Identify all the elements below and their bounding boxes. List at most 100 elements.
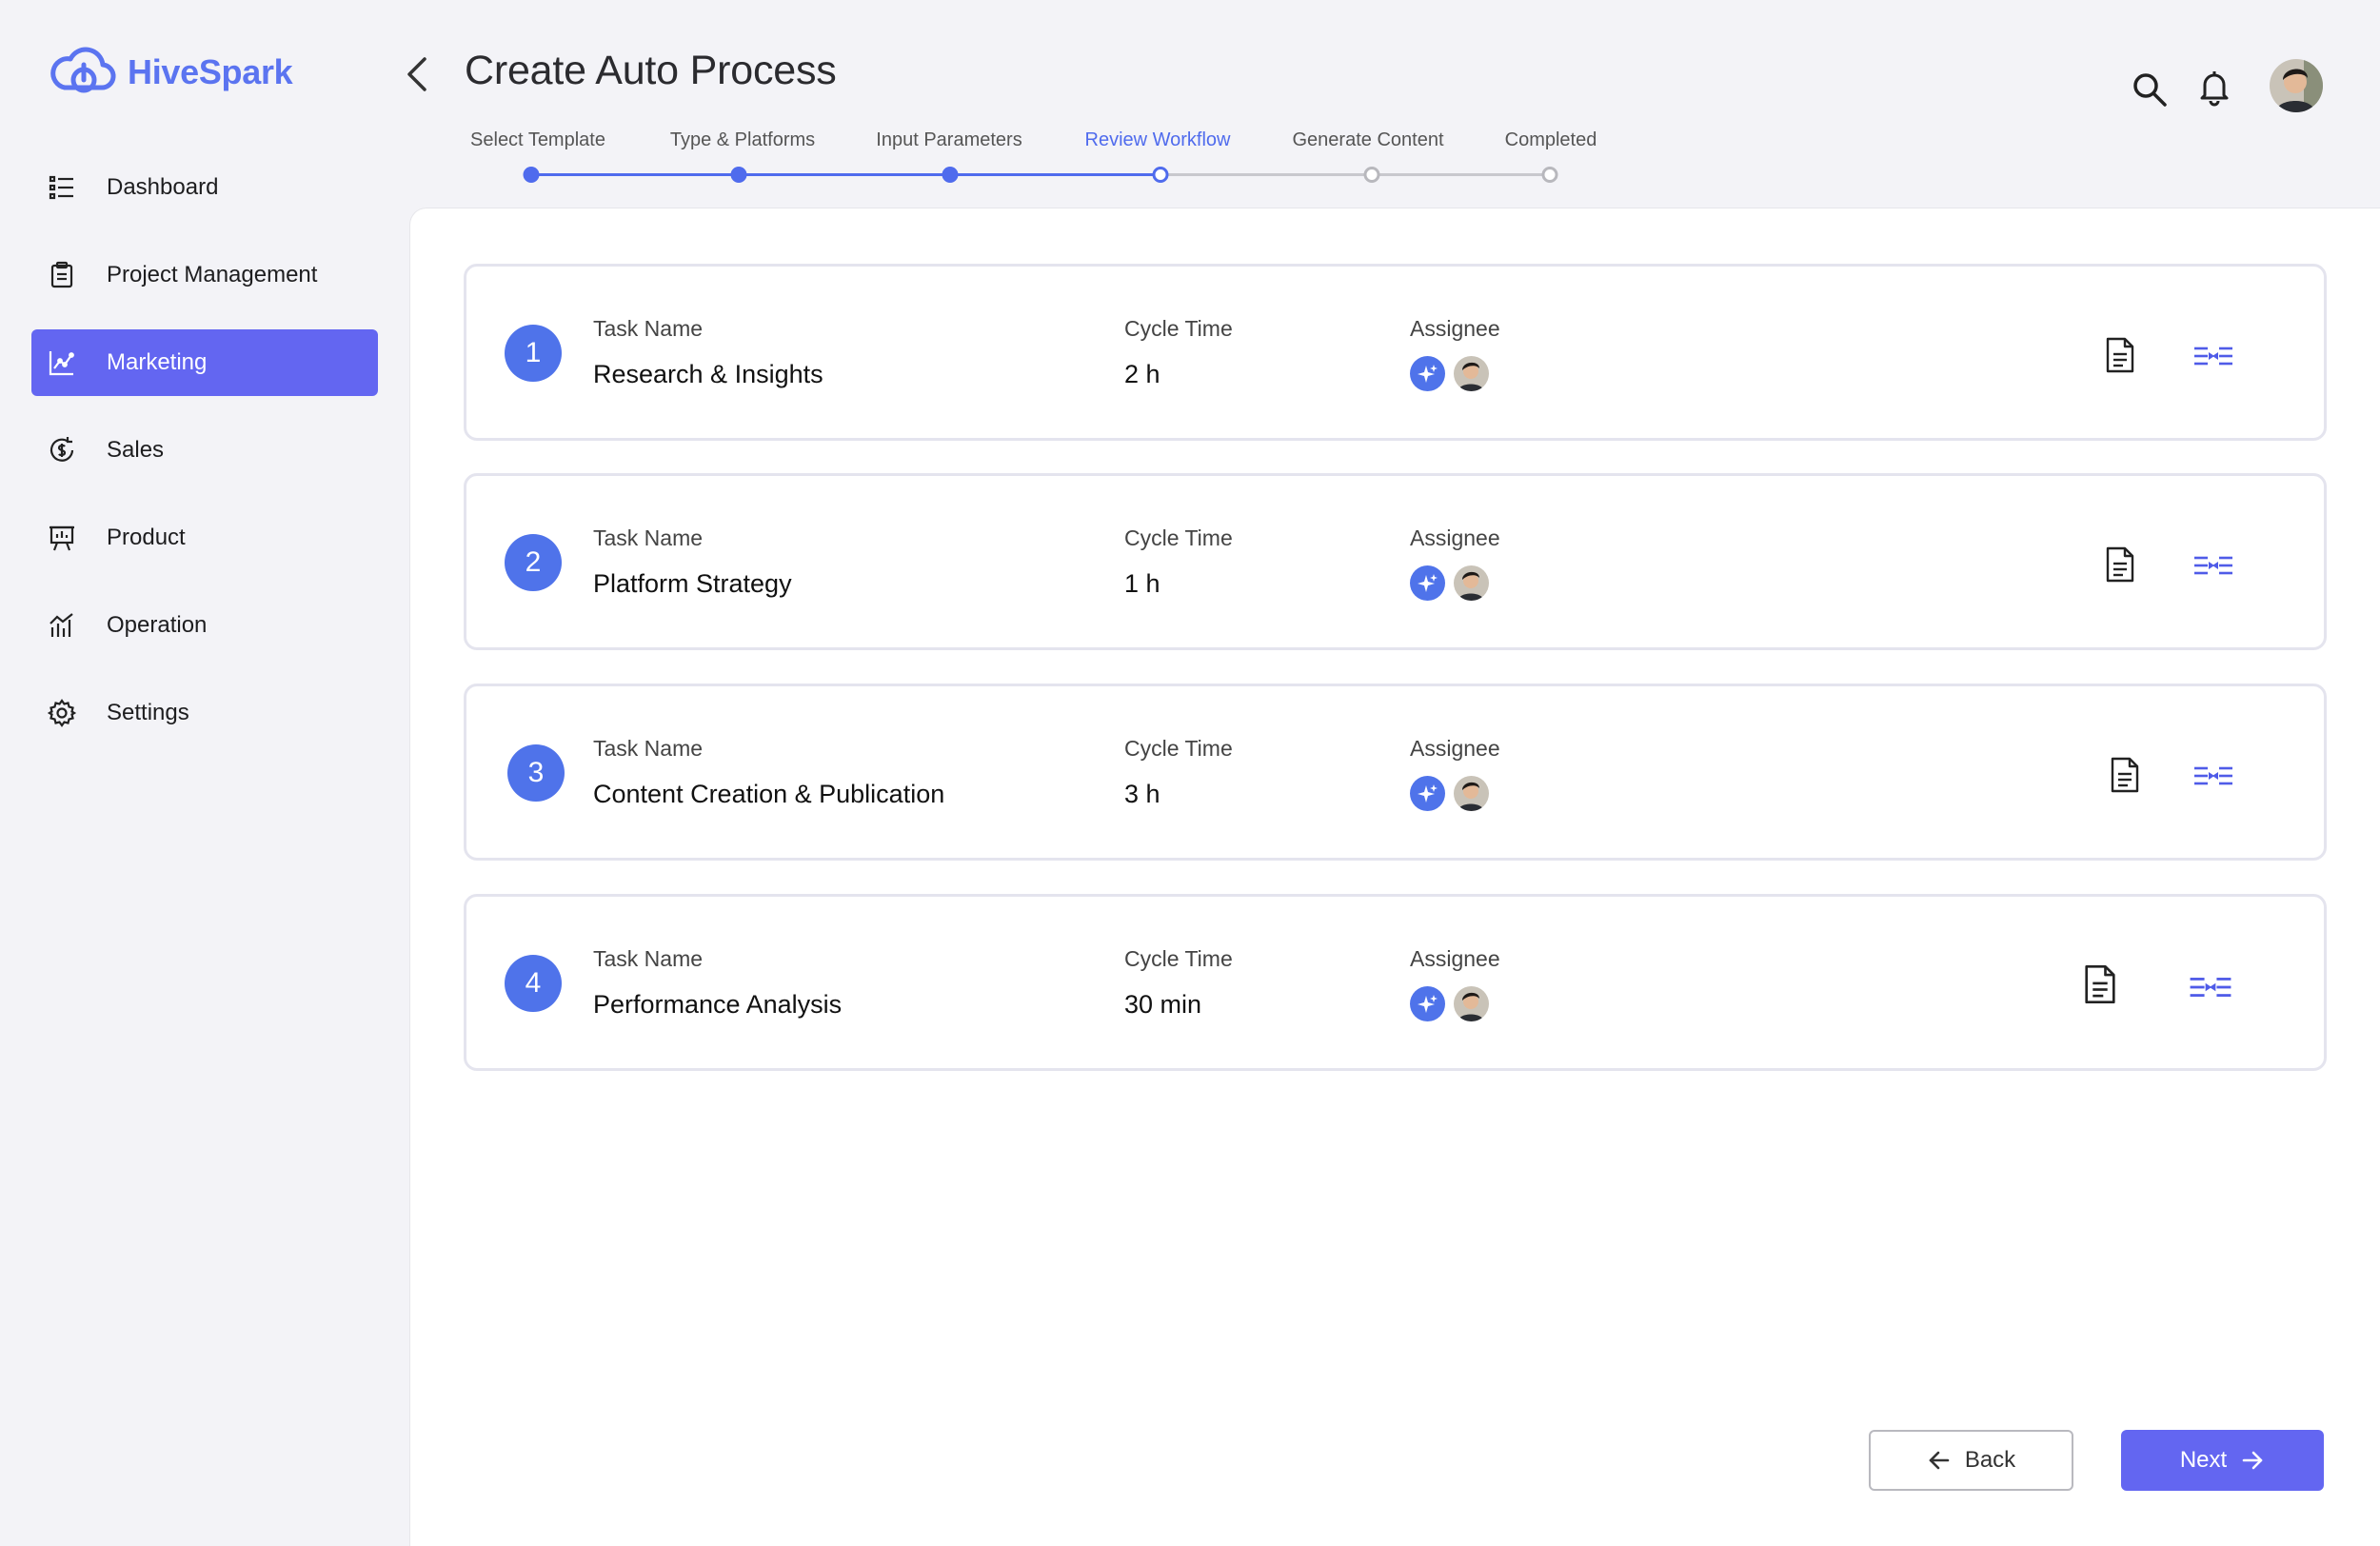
sidebar-item-marketing[interactable]: Marketing — [31, 329, 378, 396]
task-number-badge: 2 — [505, 534, 562, 591]
cycle-time-value: 3 h — [1124, 780, 1160, 808]
task-name-value: Performance Analysis — [593, 990, 843, 1019]
collapse-rows-icon[interactable] — [2192, 552, 2234, 579]
task-name-label: Task Name — [593, 946, 704, 971]
step-dot-pending — [1541, 167, 1558, 183]
assignee-label: Assignee — [1410, 736, 1500, 761]
app-name: HiveSpark — [128, 52, 293, 91]
cycle-time-label: Cycle Time — [1124, 525, 1233, 550]
bar-trend-icon — [45, 608, 79, 643]
dollar-cycle-icon — [45, 433, 79, 467]
task-name-label: Task Name — [593, 736, 704, 761]
step-select-template[interactable]: Select Template — [470, 129, 605, 151]
assignee-list[interactable] — [1410, 356, 1489, 391]
sidebar-item-sales[interactable]: Sales — [31, 417, 378, 484]
task-name-value: Research & Insights — [593, 360, 823, 388]
step-dot-done — [942, 167, 959, 183]
next-button-label: Next — [2179, 1447, 2228, 1473]
task-card[interactable]: 3 Task Name Content Creation & Publicati… — [464, 684, 2327, 861]
task-name-label: Task Name — [593, 525, 704, 550]
cycle-time-label: Cycle Time — [1124, 316, 1233, 341]
sidebar-item-label: Settings — [107, 700, 189, 725]
collapse-rows-icon[interactable] — [2186, 973, 2235, 1001]
ai-sparkle-icon — [1410, 356, 1445, 391]
assignee-list[interactable] — [1410, 565, 1489, 601]
assignee-avatar — [1454, 986, 1489, 1021]
task-name-value: Content Creation & Publication — [593, 780, 945, 808]
presentation-board-icon — [45, 521, 79, 555]
assignee-avatar — [1454, 356, 1489, 391]
step-type-platforms[interactable]: Type & Platforms — [670, 129, 815, 151]
step-review-workflow[interactable]: Review Workflow — [1085, 129, 1231, 151]
assignee-avatar — [1454, 565, 1489, 601]
bell-icon[interactable] — [2197, 69, 2231, 107]
gear-icon — [45, 696, 79, 730]
sidebar-item-label: Product — [107, 525, 186, 550]
app-logo[interactable]: HiveSpark — [48, 44, 293, 101]
sidebar-item-label: Marketing — [107, 349, 208, 375]
user-avatar[interactable] — [2270, 59, 2323, 112]
task-number-badge: 1 — [505, 325, 562, 382]
sidebar-item-label: Project Management — [107, 262, 318, 287]
assignee-label: Assignee — [1410, 946, 1500, 971]
task-number-badge: 4 — [505, 955, 562, 1012]
stepper-remaining-line — [1160, 173, 1546, 176]
document-icon[interactable] — [2082, 963, 2118, 1005]
sidebar: HiveSpark Dashboard Project Management M… — [0, 0, 409, 1546]
arrow-left-icon — [1929, 1451, 1950, 1470]
step-dot-current — [1152, 167, 1169, 183]
ai-sparkle-icon — [1410, 986, 1445, 1021]
collapse-rows-icon[interactable] — [2192, 763, 2234, 789]
task-card[interactable]: 4 Task Name Performance Analysis Cycle T… — [464, 894, 2327, 1071]
task-name-label: Task Name — [593, 316, 704, 341]
sidebar-item-dashboard[interactable]: Dashboard — [31, 154, 378, 221]
document-icon[interactable] — [2109, 756, 2141, 794]
back-button[interactable]: Back — [1869, 1430, 2073, 1491]
task-number-badge: 3 — [507, 744, 565, 802]
step-generate-content[interactable]: Generate Content — [1293, 129, 1444, 151]
sidebar-item-settings[interactable]: Settings — [31, 680, 378, 746]
cycle-time-label: Cycle Time — [1124, 946, 1233, 971]
task-card[interactable]: 2 Task Name Platform Strategy Cycle Time… — [464, 473, 2327, 650]
sidebar-item-product[interactable]: Product — [31, 505, 378, 571]
cycle-time-value: 30 min — [1124, 990, 1202, 1019]
back-button-label: Back — [1964, 1447, 2016, 1473]
assignee-list[interactable] — [1410, 776, 1489, 811]
assignee-avatar — [1454, 776, 1489, 811]
cycle-time-label: Cycle Time — [1124, 736, 1233, 761]
sidebar-nav: Dashboard Project Management Marketing S… — [31, 154, 378, 767]
assignee-label: Assignee — [1410, 316, 1500, 341]
step-completed[interactable]: Completed — [1505, 129, 1597, 151]
sidebar-item-label: Dashboard — [107, 174, 219, 200]
clipboard-icon — [45, 258, 79, 292]
chevron-left-icon[interactable] — [400, 53, 434, 95]
sidebar-item-project-management[interactable]: Project Management — [31, 242, 378, 308]
stepper-progress-line — [531, 173, 1160, 176]
sidebar-item-label: Sales — [107, 437, 165, 463]
ai-sparkle-icon — [1410, 776, 1445, 811]
trend-chart-icon — [45, 346, 79, 380]
progress-stepper: Select Template Type & Platforms Input P… — [457, 126, 1618, 187]
assignee-list[interactable] — [1410, 986, 1489, 1021]
cloud-power-logo-icon — [50, 47, 116, 93]
task-name-value: Platform Strategy — [593, 569, 792, 598]
step-dot-done — [523, 167, 540, 183]
step-input-parameters[interactable]: Input Parameters — [876, 129, 1021, 151]
step-dot-done — [730, 167, 747, 183]
step-dot-pending — [1363, 167, 1380, 183]
sidebar-item-operation[interactable]: Operation — [31, 592, 378, 659]
list-icon — [45, 170, 79, 205]
cycle-time-value: 1 h — [1124, 569, 1160, 598]
search-icon[interactable] — [2131, 70, 2169, 109]
document-icon[interactable] — [2104, 336, 2136, 374]
document-icon[interactable] — [2104, 545, 2136, 584]
next-button[interactable]: Next — [2121, 1430, 2324, 1491]
page-title: Create Auto Process — [465, 48, 837, 93]
ai-sparkle-icon — [1410, 565, 1445, 601]
cycle-time-value: 2 h — [1124, 360, 1160, 388]
collapse-rows-icon[interactable] — [2192, 343, 2234, 369]
task-card[interactable]: 1 Task Name Research & Insights Cycle Ti… — [464, 264, 2327, 441]
assignee-label: Assignee — [1410, 525, 1500, 550]
arrow-right-icon — [2242, 1451, 2263, 1470]
sidebar-item-label: Operation — [107, 612, 208, 638]
